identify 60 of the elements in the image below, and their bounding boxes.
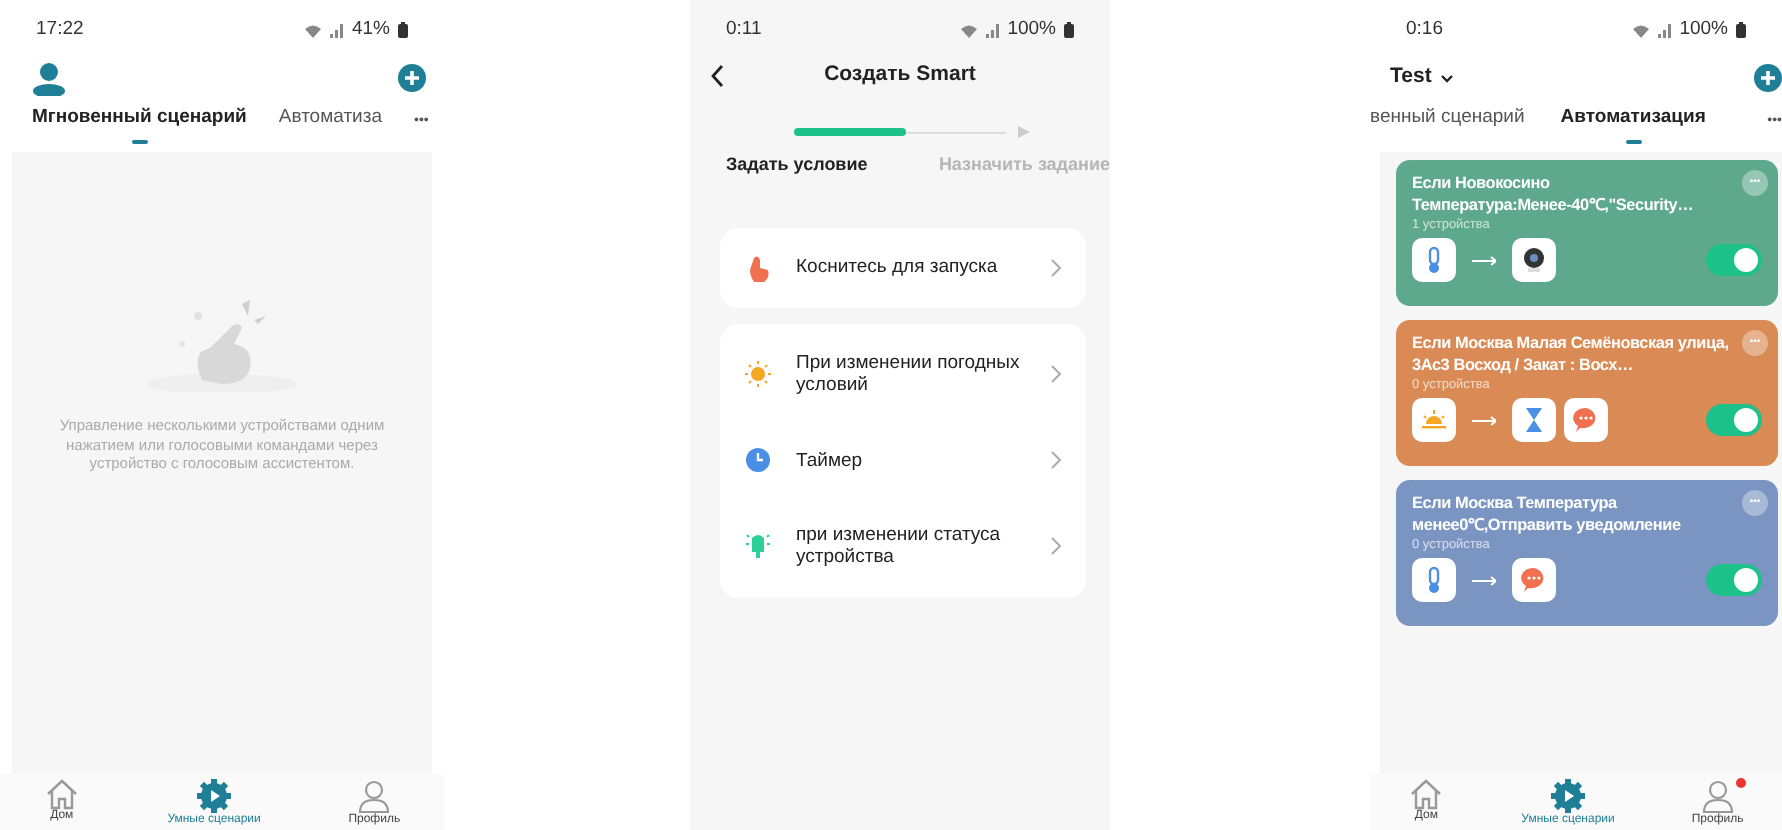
- avatar-icon[interactable]: [32, 61, 66, 95]
- chevron-down-icon: [1439, 73, 1454, 83]
- home-selector[interactable]: Test: [1390, 62, 1454, 94]
- add-icon[interactable]: [1754, 64, 1782, 92]
- gear-play-icon[interactable]: [1550, 778, 1587, 814]
- signal-icon: [329, 23, 344, 37]
- add-icon[interactable]: [398, 64, 426, 92]
- arrow-icon: [1472, 415, 1496, 426]
- person-icon[interactable]: [356, 778, 393, 814]
- chevron-icon: [1050, 257, 1062, 277]
- toggle-switch[interactable]: [1706, 404, 1762, 437]
- battery-icon: [1064, 22, 1074, 38]
- camera-icon: [1520, 246, 1548, 275]
- card-title: Если Новокосино Температура:Менее-40℃,"Security…: [1412, 172, 1696, 217]
- chat-bubble-icon: [1572, 406, 1600, 435]
- status-time: 17:22: [36, 15, 84, 44]
- wifi-icon: [303, 23, 322, 37]
- condition-item[interactable]: При изменении погодных условий: [720, 331, 1086, 417]
- home-icon[interactable]: [43, 778, 80, 810]
- wifi-icon: [1631, 23, 1650, 37]
- toggle-switch[interactable]: [1706, 564, 1762, 597]
- card-title: Если Москва Малая Семёновская улица, 3Ас3 Восход / Закат : Восх…: [1412, 332, 1731, 377]
- sun-icon: [744, 360, 772, 388]
- battery-percent: 100%: [1679, 15, 1728, 44]
- signal-icon: [1657, 23, 1672, 37]
- back-icon[interactable]: [710, 64, 726, 88]
- signal-icon: [985, 23, 1000, 37]
- condition-item[interactable]: при изменении статуса устройства: [720, 503, 1086, 589]
- condition-item[interactable]: Таймер: [720, 417, 1086, 503]
- hourglass-icon: [1520, 406, 1548, 435]
- home-icon[interactable]: [1408, 778, 1445, 810]
- status-time: 0:11: [726, 15, 762, 44]
- screen-title: Создать Smart: [822, 60, 978, 91]
- battery-icon: [1736, 22, 1746, 38]
- card-title: Если Москва Температура менее0℃,Отправить уведомление: [1412, 492, 1683, 537]
- chat-bubble-icon: [1520, 566, 1548, 595]
- arrowhead-icon: [1018, 126, 1030, 138]
- chevron-icon: [1050, 536, 1062, 556]
- tab[interactable]: Мгновенный сценарий: [32, 104, 247, 145]
- tap-hand-icon: [744, 253, 772, 281]
- arrow-icon: [1472, 575, 1496, 586]
- battery-percent: 41%: [351, 15, 390, 44]
- status-time: 0:16: [1406, 15, 1443, 44]
- bulb-icon: [744, 532, 772, 560]
- chevron-icon: [1050, 364, 1062, 384]
- chevron-icon: [1050, 450, 1062, 470]
- wifi-icon: [959, 23, 978, 37]
- tab[interactable]: Автоматиза: [278, 104, 382, 145]
- condition-item[interactable]: Коснитесь для запуска: [720, 227, 1086, 307]
- arrow-icon: [1472, 255, 1496, 266]
- step-label: Назначить задание: [938, 152, 1110, 178]
- tab[interactable]: венный сценарий: [1370, 104, 1525, 145]
- toggle-switch[interactable]: [1706, 244, 1762, 277]
- tab[interactable]: Автоматизация: [1560, 104, 1706, 145]
- step-label: Задать условие: [726, 152, 868, 178]
- clock-icon: [744, 446, 772, 474]
- battery-icon: [398, 22, 408, 38]
- gear-play-icon[interactable]: [196, 778, 233, 814]
- battery-percent: 100%: [1007, 15, 1056, 44]
- person-icon[interactable]: [1699, 778, 1736, 814]
